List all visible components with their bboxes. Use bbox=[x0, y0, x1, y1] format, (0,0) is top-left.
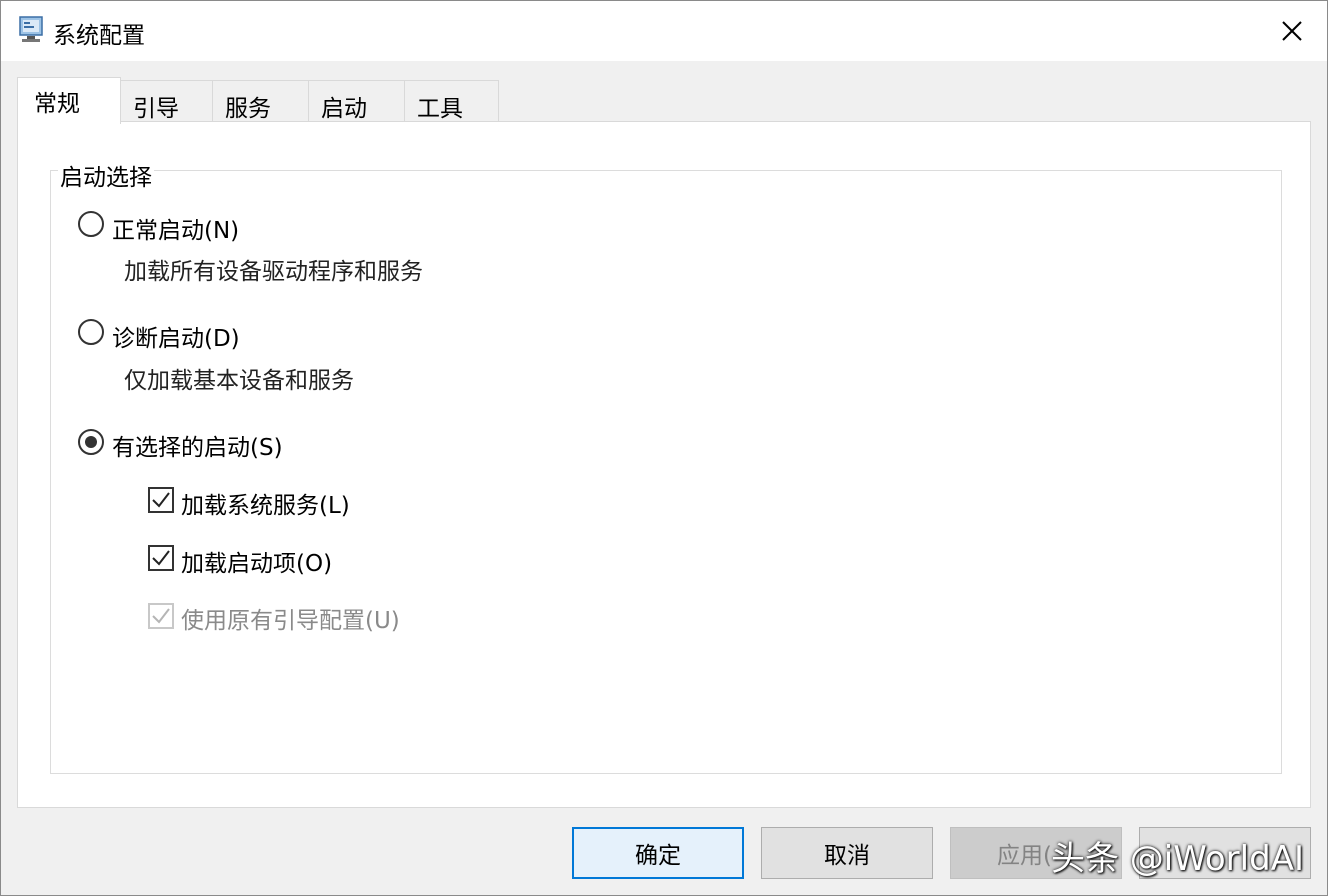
selective-startup-radio[interactable] bbox=[78, 429, 104, 455]
load-startup-items-label[interactable]: 加载启动项(O) bbox=[181, 544, 332, 578]
normal-startup-radio[interactable] bbox=[78, 211, 104, 237]
app-icon bbox=[17, 15, 47, 45]
tab-tools[interactable]: 工具 bbox=[404, 80, 499, 122]
diagnostic-startup-label[interactable]: 诊断启动(D) bbox=[112, 319, 240, 353]
selective-startup-label[interactable]: 有选择的启动(S) bbox=[112, 428, 283, 462]
window-title: 系统配置 bbox=[53, 23, 145, 49]
normal-startup-description: 加载所有设备驱动程序和服务 bbox=[124, 259, 423, 285]
close-button[interactable] bbox=[1257, 1, 1327, 61]
checkmark-icon bbox=[152, 550, 170, 566]
cancel-button[interactable]: 取消 bbox=[761, 827, 933, 879]
tab-general[interactable]: 常规 bbox=[17, 77, 121, 124]
startup-selection-label: 启动选择 bbox=[58, 158, 154, 192]
use-original-boot-config-checkbox bbox=[148, 603, 174, 629]
diagnostic-startup-description: 仅加载基本设备和服务 bbox=[124, 368, 354, 394]
system-config-window: 系统配置 常规 引导 服务 启动 工具 启动选择 正常启动(N) 加载所有设备驱… bbox=[0, 0, 1328, 896]
ok-button[interactable]: 确定 bbox=[572, 827, 744, 879]
general-tab-panel: 启动选择 正常启动(N) 加载所有设备驱动程序和服务 诊断启动(D) 仅加载基本… bbox=[17, 121, 1311, 808]
load-system-services-checkbox[interactable] bbox=[148, 487, 174, 513]
title-bar: 系统配置 bbox=[1, 1, 1327, 61]
watermark: 头条 @iWorldAI bbox=[1051, 839, 1304, 879]
load-startup-items-checkbox[interactable] bbox=[148, 545, 174, 571]
load-system-services-label[interactable]: 加载系统服务(L) bbox=[181, 486, 350, 520]
radio-selected-dot bbox=[85, 436, 97, 448]
normal-startup-label[interactable]: 正常启动(N) bbox=[112, 211, 239, 245]
tab-startup[interactable]: 启动 bbox=[308, 80, 405, 122]
checkmark-icon bbox=[152, 492, 170, 508]
checkmark-icon bbox=[152, 608, 170, 624]
diagnostic-startup-radio[interactable] bbox=[78, 319, 104, 345]
use-original-boot-config-label: 使用原有引导配置(U) bbox=[181, 608, 400, 634]
close-icon bbox=[1282, 21, 1302, 41]
tab-boot[interactable]: 引导 bbox=[120, 80, 216, 122]
tab-services[interactable]: 服务 bbox=[212, 80, 309, 122]
